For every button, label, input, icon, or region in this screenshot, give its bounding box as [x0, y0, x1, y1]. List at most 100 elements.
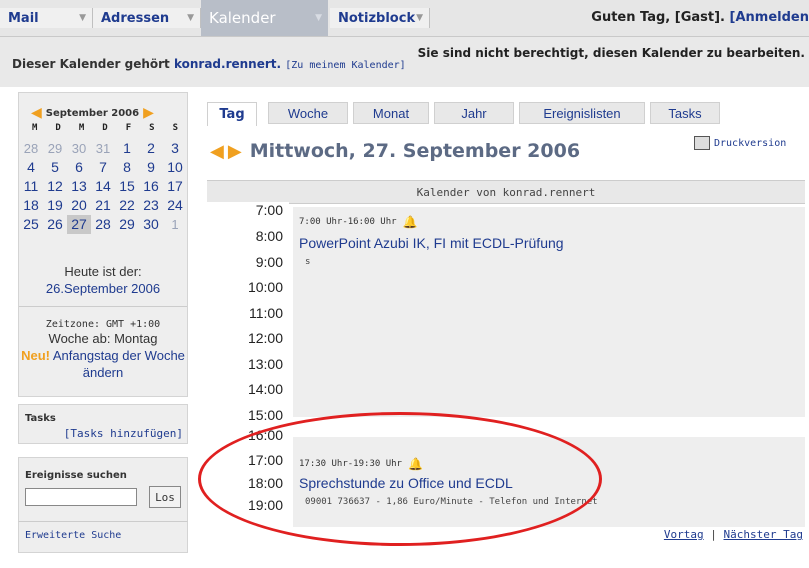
calendar-day[interactable]: 10 — [163, 158, 187, 177]
divider — [19, 306, 187, 307]
event-title-link[interactable]: Sprechstunde zu Office und ECDL — [299, 475, 513, 491]
tab-tasks[interactable]: Tasks — [650, 102, 720, 124]
calendar-day[interactable]: 25 — [19, 215, 43, 234]
calendar-day[interactable]: 3 — [163, 139, 187, 158]
calendar-day[interactable]: 8 — [115, 158, 139, 177]
event-search-box: Ereignisse suchen Los — [18, 457, 188, 523]
calendar-day[interactable]: 11 — [19, 177, 43, 196]
calendar-day[interactable]: 30 — [139, 215, 163, 234]
prev-day-arrow-icon[interactable]: ◀ — [210, 141, 224, 162]
calendar-day[interactable]: 18 — [19, 196, 43, 215]
calendar-day[interactable]: 7 — [91, 158, 115, 177]
event-title-link[interactable]: PowerPoint Azubi IK, FI mit ECDL-Prüfung — [299, 235, 564, 251]
today-date-link[interactable]: 26.September 2006 — [19, 281, 187, 296]
calendar-day[interactable]: 21 — [91, 196, 115, 215]
prev-month-arrow-icon[interactable]: ◀ — [31, 105, 42, 121]
next-month-arrow-icon[interactable]: ▶ — [143, 105, 154, 121]
nav-tab-adressen[interactable]: Adressen ▼ — [93, 8, 201, 28]
tab-ereignislisten[interactable]: Ereignislisten — [519, 102, 645, 124]
calendar-day[interactable]: 6 — [67, 158, 91, 177]
calendar-day[interactable]: 29 — [115, 215, 139, 234]
tasks-box: Tasks [Tasks hinzufügen] — [18, 404, 188, 444]
print-label: Druckversion — [714, 137, 787, 149]
weekday-label: S — [172, 123, 178, 133]
nav-tab-label: Mail — [8, 10, 39, 26]
change-week-start-link[interactable]: Anfangstag der Woche ändern — [53, 348, 185, 380]
hour-label: 7:00 — [255, 202, 283, 218]
mini-calendar-month: September 2006 — [45, 107, 140, 119]
tab-tag[interactable]: Tag — [207, 102, 257, 126]
tab-woche[interactable]: Woche — [268, 102, 348, 124]
previous-day-link[interactable]: Vortag — [664, 528, 704, 541]
calendar-day[interactable]: 29 — [43, 139, 67, 158]
search-button[interactable]: Los — [149, 486, 181, 508]
calendar-day[interactable]: 2 — [139, 139, 163, 158]
calendar-day[interactable]: 13 — [67, 177, 91, 196]
calendar-day[interactable]: 17 — [163, 177, 187, 196]
day-pagination: Vortag | Nächster Tag — [664, 528, 803, 541]
search-input[interactable] — [25, 488, 137, 506]
timezone: Zeitzone: GMT +1:00 — [45, 319, 161, 330]
next-day-arrow-icon[interactable]: ▶ — [228, 141, 242, 162]
hour-column: 7:00 8:00 9:00 10:00 11:00 12:00 13:00 14:00 15:… — [207, 202, 289, 513]
calendar-day[interactable]: 26 — [43, 215, 67, 234]
dropdown-arrow-icon[interactable]: ▼ — [79, 13, 86, 23]
empty-slot — [293, 417, 805, 437]
login-link[interactable]: [Anmelden — [730, 10, 809, 25]
calendar-day[interactable]: 1 — [163, 215, 187, 234]
calendar-day[interactable]: 15 — [115, 177, 139, 196]
hour-label: 14:00 — [247, 381, 283, 397]
nav-tab-label: Adressen — [101, 10, 170, 26]
event-time: 17:30 Uhr-19:30 Uhr 🔔 — [299, 457, 423, 471]
calendar-header: Kalender von konrad.rennert — [207, 180, 805, 204]
nav-tab-mail[interactable]: Mail ▼ — [0, 8, 93, 28]
calendar-day[interactable]: 9 — [139, 158, 163, 177]
separator: | — [710, 528, 717, 541]
event-block[interactable]: 7:00 Uhr-16:00 Uhr 🔔 PowerPoint Azubi IK… — [293, 207, 805, 417]
next-day-link[interactable]: Nächster Tag — [724, 528, 803, 541]
weekday-label: M — [78, 123, 85, 133]
event-time-text: 7:00 Uhr-16:00 Uhr — [299, 217, 397, 227]
dropdown-arrow-icon[interactable]: ▼ — [416, 13, 423, 23]
advanced-search-box: Erweiterte Suche — [18, 521, 188, 553]
calendar-day[interactable]: 28 — [91, 215, 115, 234]
calendar-day[interactable]: 27 — [67, 215, 91, 234]
my-calendar-link[interactable]: [Zu meinem Kalender] — [285, 60, 405, 71]
event-time: 7:00 Uhr-16:00 Uhr 🔔 — [299, 215, 418, 229]
owner-user-link[interactable]: konrad.rennert. — [174, 57, 281, 71]
calendar-day[interactable]: 4 — [19, 158, 43, 177]
nav-tab-notizblock[interactable]: Notizblock ▼ — [330, 8, 430, 28]
calendar-day[interactable]: 12 — [43, 177, 67, 196]
calendar-day[interactable]: 5 — [43, 158, 67, 177]
calendar-day[interactable]: 23 — [139, 196, 163, 215]
hour-label: 12:00 — [247, 330, 283, 346]
day-view: Kalender von konrad.rennert 7:00 8:00 9:00… — [207, 180, 805, 527]
alarm-bell-icon: 🔔 — [407, 457, 423, 471]
calendar-day[interactable]: 14 — [91, 177, 115, 196]
dropdown-arrow-icon[interactable]: ▼ — [315, 13, 322, 23]
tab-jahr[interactable]: Jahr — [434, 102, 514, 124]
calendar-day[interactable]: 28 — [19, 139, 43, 158]
hour-label: 19:00 — [247, 497, 283, 513]
dropdown-arrow-icon[interactable]: ▼ — [187, 13, 194, 23]
calendar-day[interactable]: 19 — [43, 196, 67, 215]
calendar-day[interactable]: 20 — [67, 196, 91, 215]
calendar-day[interactable]: 22 — [115, 196, 139, 215]
event-block[interactable]: 17:30 Uhr-19:30 Uhr 🔔 Sprechstunde zu Of… — [293, 437, 805, 527]
nav-tab-kalender[interactable]: Kalender ▼ — [201, 0, 328, 36]
calendar-day[interactable]: 30 — [67, 139, 91, 158]
calendar-day[interactable]: 31 — [91, 139, 115, 158]
calendar-owner: Dieser Kalender gehört konrad.rennert. [… — [12, 57, 406, 71]
advanced-search-link[interactable]: Erweiterte Suche — [25, 530, 121, 541]
today-label: Heute ist der: — [64, 264, 142, 279]
add-tasks-link[interactable]: [Tasks hinzufügen] — [64, 427, 183, 440]
calendar-day[interactable]: 16 — [139, 177, 163, 196]
calendar-day[interactable]: 1 — [115, 139, 139, 158]
calendar-day[interactable]: 24 — [163, 196, 187, 215]
owner-prefix: Dieser Kalender gehört — [12, 57, 170, 71]
hour-label: 11:00 — [249, 305, 283, 321]
tasks-title: Tasks — [25, 413, 56, 424]
print-version-link[interactable]: Druckversion — [694, 136, 786, 150]
tab-monat[interactable]: Monat — [353, 102, 429, 124]
alarm-bell-icon: 🔔 — [402, 215, 418, 229]
